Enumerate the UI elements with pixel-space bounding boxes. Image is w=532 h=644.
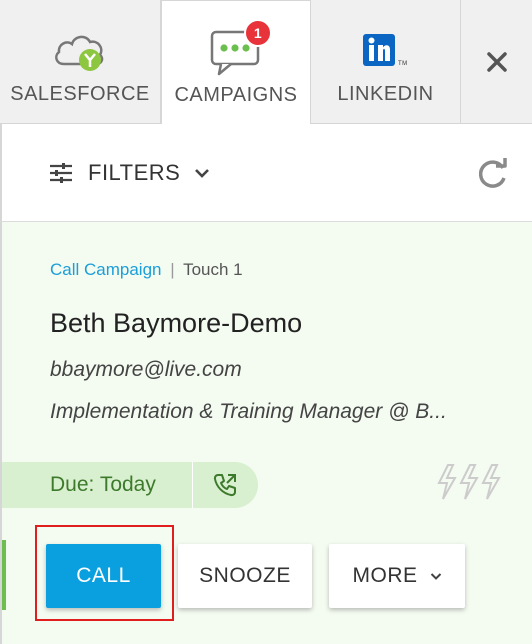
more-button[interactable]: MORE (329, 544, 465, 608)
prospect-title: Implementation & Training Manager @ B... (50, 400, 447, 423)
lightning-bolts-icon (437, 464, 501, 500)
tab-salesforce[interactable]: SALESFORCE (0, 0, 161, 124)
due-label: Due: Today (50, 473, 156, 496)
filters-label: FILTERS (88, 160, 181, 185)
call-type-indicator (193, 472, 257, 498)
svg-text:TM: TM (398, 61, 408, 67)
tab-linkedin-label: LINKEDIN (337, 83, 434, 105)
tab-salesforce-label: SALESFORCE (10, 83, 150, 105)
touch-label: Touch 1 (183, 260, 243, 279)
prospect-email: bbaymore@live.com (50, 358, 242, 381)
sliders-icon (50, 163, 72, 183)
due-badge: Due: Today (2, 462, 258, 508)
campaign-line: Call Campaign | Touch 1 (50, 260, 243, 280)
campaign-link[interactable]: Call Campaign (50, 260, 162, 279)
snooze-button-label: SNOOZE (199, 564, 291, 587)
tab-campaigns-label: CAMPAIGNS (174, 84, 298, 106)
filters-bar: FILTERS (0, 124, 532, 222)
call-button-label: CALL (76, 564, 131, 587)
call-button[interactable]: CALL (46, 544, 161, 608)
card-accent-bar (2, 540, 6, 610)
notification-badge: 1 (244, 19, 272, 47)
filters-dropdown[interactable]: FILTERS (48, 160, 210, 186)
chevron-down-icon (430, 572, 441, 580)
more-button-label: MORE (352, 564, 418, 587)
phone-outgoing-icon (213, 474, 236, 497)
close-icon (486, 52, 507, 72)
prospect-name: Beth Baymore-Demo (50, 308, 303, 338)
linkedin-icon: TM (362, 34, 408, 67)
close-button[interactable] (461, 0, 532, 124)
tab-campaigns[interactable]: 1 CAMPAIGNS (161, 0, 311, 125)
prospect-card: Call Campaign | Touch 1 Beth Baymore-Dem… (0, 222, 532, 644)
chevron-down-icon (195, 169, 210, 178)
cloud-y-icon (55, 35, 104, 71)
snooze-button[interactable]: SNOOZE (178, 544, 312, 608)
tab-bar: SALESFORCE 1 CAMPAIGNS TM LINKEDIN (0, 0, 532, 125)
refresh-icon[interactable] (474, 156, 510, 192)
tab-linkedin[interactable]: TM LINKEDIN (311, 0, 461, 124)
campaign-separator: | (170, 260, 175, 279)
